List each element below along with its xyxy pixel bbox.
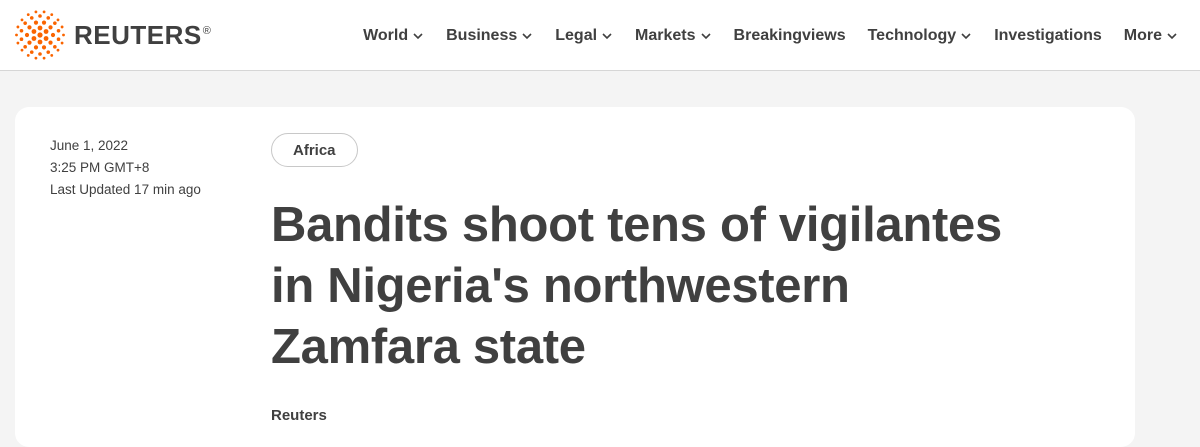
reuters-logo[interactable]: REUTERS ®	[14, 10, 211, 60]
logo-dot	[48, 25, 53, 30]
site-header: REUTERS ® World Business Legal Markets B…	[0, 0, 1200, 71]
logo-dot	[56, 48, 60, 52]
logo-dot	[34, 56, 38, 60]
logo-dot	[56, 18, 60, 22]
logo-dot	[62, 33, 65, 37]
headline-line: Zamfara state	[271, 320, 586, 374]
nav-item-label: Investigations	[994, 26, 1102, 44]
logo-dot	[53, 21, 57, 25]
logo-dot	[60, 41, 64, 45]
section-tag-africa[interactable]: Africa	[271, 133, 358, 167]
logo-dot	[50, 53, 54, 57]
logo-dot	[20, 48, 24, 52]
logo-dot	[53, 45, 57, 49]
nav-item-technology[interactable]: Technology	[868, 27, 973, 45]
publish-date: June 1, 2022	[50, 138, 129, 153]
logo-dot	[29, 50, 34, 54]
nav-item-label: Breakingviews	[733, 26, 846, 44]
logo-dot	[56, 28, 61, 33]
logo-dot	[16, 25, 20, 29]
logo-dot	[26, 13, 30, 17]
logo-dot	[46, 50, 51, 54]
nav-item-breakingviews[interactable]: Breakingviews	[734, 27, 846, 45]
logo-dot	[27, 40, 32, 45]
chevron-down-icon	[700, 32, 711, 39]
nav-item-label: Legal	[555, 26, 598, 44]
logo-dot	[16, 41, 20, 45]
logo-dot	[24, 32, 30, 38]
logo-dot	[34, 10, 38, 14]
chevron-down-icon	[413, 32, 423, 39]
logo-dot	[41, 20, 47, 25]
last-updated: Last Updated 17 min ago	[50, 182, 201, 197]
article-meta: June 1, 2022 3:25 PM GMT+8 Last Updated …	[50, 135, 201, 201]
logo-dot	[38, 52, 42, 56]
logo-dot	[50, 13, 54, 17]
logo-dot	[41, 45, 47, 50]
logo-dot	[19, 37, 24, 42]
nav-item-label: Business	[446, 26, 518, 44]
logo-dot	[31, 29, 37, 34]
logo-dot	[23, 21, 27, 25]
chevron-down-icon	[522, 32, 532, 39]
logo-dot	[26, 53, 30, 57]
brand-name: REUTERS	[74, 19, 202, 50]
logo-dot	[31, 36, 37, 41]
nav-item-label: World	[363, 26, 409, 44]
chevron-down-icon	[1167, 32, 1177, 39]
chevron-down-icon	[961, 32, 971, 39]
logo-dot	[23, 45, 27, 49]
logo-dot	[42, 56, 46, 60]
logo-dot	[29, 16, 34, 20]
headline-line: in Nigeria's northwestern	[271, 259, 850, 313]
nav-item-world[interactable]: World	[363, 27, 424, 45]
headline-line: Bandits shoot tens of vigilantes	[271, 198, 1002, 252]
logo-dot	[33, 20, 39, 25]
logo-dot	[27, 25, 32, 30]
article-card: June 1, 2022 3:25 PM GMT+8 Last Updated …	[15, 107, 1135, 447]
logo-dot	[46, 16, 51, 20]
logo-dot	[37, 25, 43, 31]
publish-time: 3:25 PM GMT+8	[50, 160, 150, 175]
chevron-down-icon	[602, 32, 612, 39]
logo-dot	[60, 25, 64, 29]
registered-mark: ®	[202, 25, 211, 37]
main-nav: World Business Legal Markets Breakingvie…	[341, 0, 1178, 71]
logo-dot	[37, 39, 43, 45]
nav-item-label: Markets	[635, 26, 696, 44]
logo-dot	[43, 29, 49, 34]
logo-dot	[50, 32, 56, 38]
logo-dot	[15, 33, 18, 37]
nav-item-label: More	[1123, 26, 1162, 44]
nav-item-investigations[interactable]: Investigations	[994, 27, 1102, 45]
reuters-logo-icon	[15, 10, 65, 60]
nav-item-markets[interactable]: Markets	[635, 27, 711, 45]
nav-item-more[interactable]: More	[1124, 27, 1178, 45]
logo-dot	[19, 28, 24, 33]
logo-dot	[33, 45, 39, 50]
nav-item-label: Technology	[867, 26, 957, 44]
logo-dot	[42, 10, 46, 14]
logo-dot	[43, 36, 49, 41]
logo-dot	[37, 32, 43, 38]
nav-item-business[interactable]: Business	[446, 27, 533, 45]
logo-dot	[38, 14, 42, 18]
nav-item-legal[interactable]: Legal	[555, 27, 613, 45]
logo-dot	[48, 40, 53, 45]
byline[interactable]: Reuters	[271, 407, 327, 424]
logo-dot	[56, 37, 61, 42]
logo-dot	[20, 18, 24, 22]
article-headline: Bandits shoot tens of vigilantes in Nige…	[271, 195, 1031, 378]
